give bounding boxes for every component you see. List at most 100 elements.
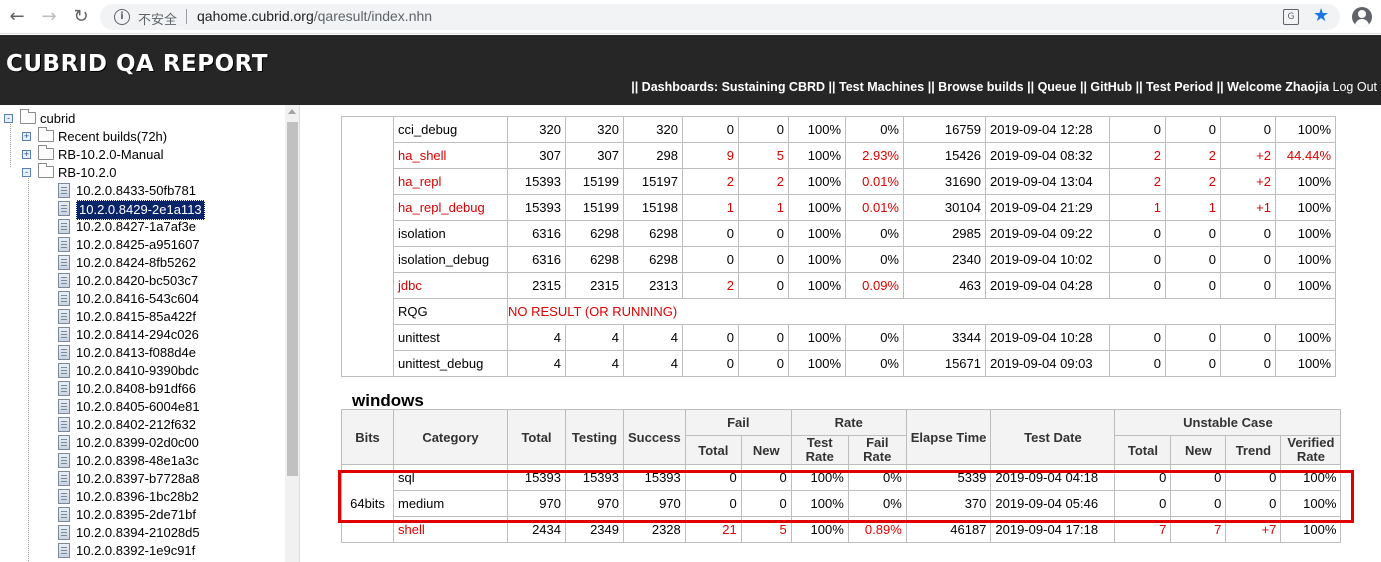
tree-folder[interactable]: - RB-10.2.0 [0,163,285,182]
tree-build-item[interactable]: 10.2.0.8410-9390bdc [0,362,285,380]
category-cell[interactable]: ha_shell [393,142,508,169]
tree-item-label[interactable]: 10.2.0.8397-b7728a8 [76,470,200,488]
tree-item-label[interactable]: 10.2.0.8414-294c026 [76,326,199,344]
tree-item-label[interactable]: 10.2.0.8420-bc503c7 [76,272,198,290]
reload-icon[interactable]: ↻ [70,6,92,28]
category-cell[interactable]: medium [393,490,508,517]
category-cell[interactable]: isolation_debug [393,246,508,273]
tree-build-item[interactable]: 10.2.0.8413-f088d4e [0,344,285,362]
nav-link[interactable]: Sustaining CBRD [722,80,825,94]
tree-build-item[interactable]: 10.2.0.8397-b7728a8 [0,470,285,488]
sidebar-scrollbar[interactable] [285,105,299,562]
address-bar[interactable]: i 不安全 qahome.cubrid.org/qaresult/index.n… [100,4,1340,30]
logout-link[interactable]: Log Out [1333,80,1377,94]
tree-item-label[interactable]: 10.2.0.8399-02d0c00 [76,434,199,452]
tree-folder[interactable]: + Recent builds(72h) [0,127,285,146]
nav-link[interactable]: Test Machines [839,80,924,94]
tree-item-label[interactable]: 10.2.0.8396-1bc28b2 [76,488,199,506]
u-new-cell: 0 [1170,464,1227,491]
u-new-cell: 0 [1170,490,1227,517]
security-label[interactable]: 不安全 [138,9,177,28]
category-cell[interactable]: unittest_debug [393,350,508,377]
tree-item-label[interactable]: cubrid [40,110,75,128]
category-cell[interactable]: unittest [393,324,508,351]
category-cell[interactable]: ha_repl_debug [393,194,508,221]
tree-item-label[interactable]: 10.2.0.8392-1e9c91f [76,542,195,560]
tree-build-item[interactable]: 10.2.0.8427-1a7af3e [0,218,285,236]
tree-build-item[interactable]: 10.2.0.8402-212f632 [0,416,285,434]
tree-build-item[interactable]: 10.2.0.8425-a951607 [0,236,285,254]
tree-build-item[interactable]: 10.2.0.8394-21028d5 [0,524,285,542]
tree-build-item[interactable]: 10.2.0.8429-2e1a113 [0,200,285,220]
date-cell: 2019-09-04 09:22 [985,220,1110,247]
tree-build-item[interactable]: 10.2.0.8398-48e1a3c [0,452,285,470]
total-cell: 307 [507,142,566,169]
tree-build-item[interactable]: 10.2.0.8392-1e9c91f [0,542,285,560]
info-icon[interactable]: i [114,9,130,25]
tree-item-label[interactable]: 10.2.0.8413-f088d4e [76,344,196,362]
tree-item-label[interactable]: 10.2.0.8395-2de71bf [76,506,196,524]
category-cell[interactable]: cci_debug [393,116,508,143]
tree-item-label[interactable]: 10.2.0.8433-50fb781 [76,182,196,200]
tree-build-item[interactable]: 10.2.0.8416-543c604 [0,290,285,308]
nav-link[interactable]: GitHub [1090,80,1132,94]
forward-arrow-icon[interactable]: → [38,6,60,28]
url-text[interactable]: qahome.cubrid.org/qaresult/index.nhn [197,8,432,24]
collapse-icon[interactable]: - [22,168,31,177]
tree-item-label[interactable]: 10.2.0.8415-85a422f [76,308,196,326]
site-logo[interactable]: CUBRID QA REPORT [6,51,268,77]
category-cell[interactable]: RQG [393,298,508,325]
build-page-icon [58,471,70,486]
tree-item-label[interactable]: 10.2.0.8424-8fb5262 [76,254,196,272]
translate-icon[interactable]: G [1283,9,1299,25]
bookmark-star-icon[interactable]: ★ [1313,5,1329,26]
expand-icon[interactable]: + [22,150,31,159]
tree-item-label[interactable]: RB-10.2.0-Manual [58,146,164,164]
tree-build-item[interactable]: 10.2.0.8399-02d0c00 [0,434,285,452]
tree-folder[interactable]: + RB-10.2.0-Manual [0,145,285,164]
tree-root-cubrid[interactable]: - cubrid [0,109,285,128]
tree-item-label[interactable]: 10.2.0.8425-a951607 [76,236,200,254]
tree-item-label[interactable]: 10.2.0.8398-48e1a3c [76,452,199,470]
tree-build-item[interactable]: 10.2.0.8405-6004e81 [0,398,285,416]
nav-link[interactable]: Test Period [1146,80,1213,94]
tree-build-item[interactable]: 10.2.0.8415-85a422f [0,308,285,326]
u-trend-cell: 0 [1220,246,1276,273]
tree-build-item[interactable]: 10.2.0.8420-bc503c7 [0,272,285,290]
collapse-icon[interactable]: - [4,114,13,123]
tree-build-item[interactable]: 10.2.0.8408-b91df66 [0,380,285,398]
tree-item-label[interactable]: 10.2.0.8410-9390bdc [76,362,199,380]
category-cell[interactable]: isolation [393,220,508,247]
profile-avatar-icon[interactable] [1352,7,1372,27]
tree-item-label[interactable]: 10.2.0.8427-1a7af3e [76,218,196,236]
tree-item-label[interactable]: RB-10.2.0 [58,164,117,182]
scroll-thumb[interactable] [287,122,298,476]
category-cell[interactable]: shell [393,516,508,543]
tree-item-label[interactable]: 10.2.0.8408-b91df66 [76,380,196,398]
tree-item-label[interactable]: 10.2.0.8402-212f632 [76,416,196,434]
nav-link[interactable]: Queue [1038,80,1077,94]
testing-cell: 4 [565,350,624,377]
report-content: cci_debug 320 320 320 0 0 100% 0% 16759 2019-09-0… [302,105,1381,562]
tree-build-item[interactable]: 10.2.0.8433-50fb781 [0,182,285,200]
category-cell[interactable]: sql [393,464,508,491]
tree-item-label[interactable]: 10.2.0.8416-543c604 [76,290,199,308]
u-total-cell: 0 [1109,350,1166,377]
tree-item-label[interactable]: 10.2.0.8429-2e1a113 [76,200,205,220]
tree-build-item[interactable]: 10.2.0.8396-1bc28b2 [0,488,285,506]
v-rate-cell: 100% [1275,272,1336,299]
tree-item-label[interactable]: Recent builds(72h) [58,128,167,146]
header-test-rate: Test Rate [790,435,849,465]
tree-build-item[interactable]: 10.2.0.8414-294c026 [0,326,285,344]
category-cell[interactable]: jdbc [393,272,508,299]
scroll-up-arrow-icon[interactable] [288,109,296,114]
tree-build-item[interactable]: 10.2.0.8395-2de71bf [0,506,285,524]
tree-item-label[interactable]: 10.2.0.8394-21028d5 [76,524,200,542]
tree-build-item[interactable]: 10.2.0.8424-8fb5262 [0,254,285,272]
back-arrow-icon[interactable]: ← [6,6,28,28]
expand-icon[interactable]: + [22,132,31,141]
category-cell[interactable]: ha_repl [393,168,508,195]
nav-link[interactable]: Browse builds [938,80,1023,94]
header-row: Bits Category Total Testing Success Fail Rate E… [341,409,1342,465]
tree-item-label[interactable]: 10.2.0.8405-6004e81 [76,398,200,416]
